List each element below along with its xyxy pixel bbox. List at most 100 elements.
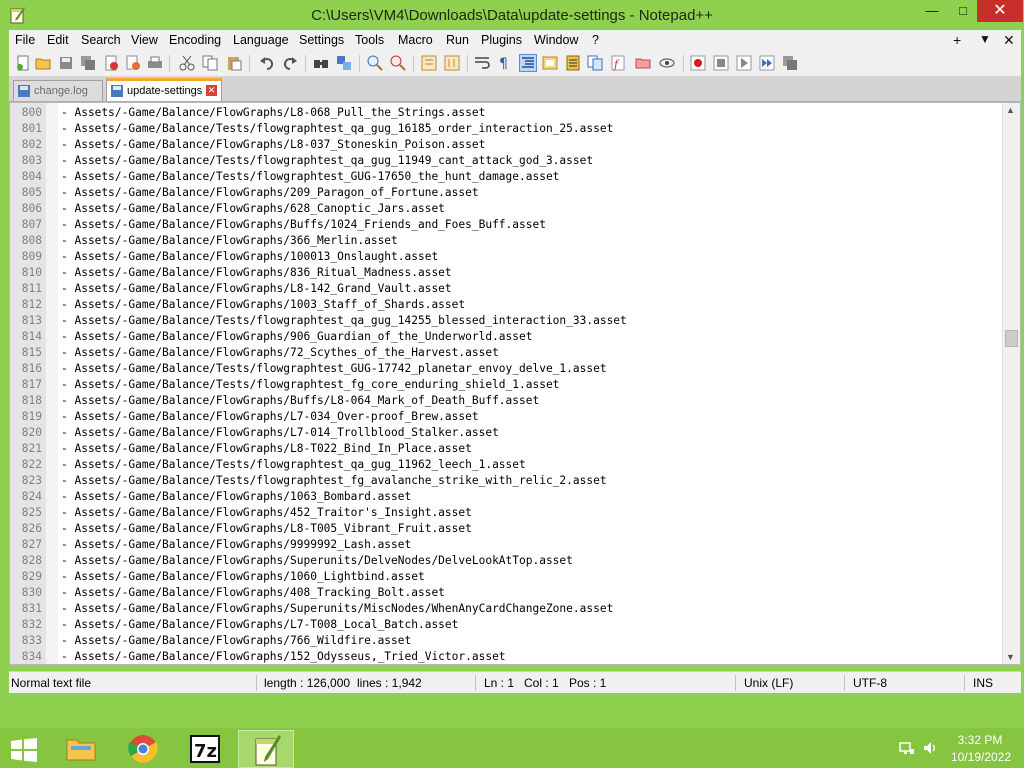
run-macro-multiple-icon[interactable] <box>759 55 775 71</box>
editor-line[interactable]: 809 - Assets/-Game/Balance/FlowGraphs/100… <box>10 249 1000 265</box>
open-file-icon[interactable] <box>35 55 51 71</box>
editor-line[interactable]: 815 - Assets/-Game/Balance/FlowGraphs/72_… <box>10 345 1000 361</box>
editor-line[interactable]: 826 - Assets/-Game/Balance/FlowGraphs/L8-… <box>10 521 1000 537</box>
editor-line[interactable]: 820 - Assets/-Game/Balance/FlowGraphs/L7-… <box>10 425 1000 441</box>
menu-window[interactable]: Window <box>534 33 578 47</box>
menu-view[interactable]: View <box>131 33 158 47</box>
volume-icon[interactable] <box>922 740 938 756</box>
print-icon[interactable] <box>147 55 163 71</box>
line-text[interactable]: - Assets/-Game/Balance/FlowGraphs/L8-068… <box>61 105 485 121</box>
editor-line[interactable]: 832 - Assets/-Game/Balance/FlowGraphs/L7-… <box>10 617 1000 633</box>
save-all-icon[interactable] <box>80 55 96 71</box>
line-text[interactable]: - Assets/-Game/Balance/FlowGraphs/628_Ca… <box>61 201 445 217</box>
editor-area[interactable]: 800 - Assets/-Game/Balance/FlowGraphs/L8-… <box>9 102 1021 665</box>
editor-line[interactable]: 831 - Assets/-Game/Balance/FlowGraphs/Sup… <box>10 601 1000 617</box>
menu-language[interactable]: Language <box>233 33 289 47</box>
editor-line[interactable]: 818 - Assets/-Game/Balance/FlowGraphs/Buf… <box>10 393 1000 409</box>
editor-line[interactable]: 834 - Assets/-Game/Balance/FlowGraphs/152… <box>10 649 1000 664</box>
scroll-down-arrow-icon[interactable]: ▼ <box>1006 652 1015 662</box>
editor-line[interactable]: 816 - Assets/-Game/Balance/Tests/flowgrap… <box>10 361 1000 377</box>
line-text[interactable]: - Assets/-Game/Balance/Tests/flowgraphte… <box>61 169 559 185</box>
doc-list-icon[interactable] <box>587 55 603 71</box>
editor-line[interactable]: 825 - Assets/-Game/Balance/FlowGraphs/452… <box>10 505 1000 521</box>
editor-line[interactable]: 819 - Assets/-Game/Balance/FlowGraphs/L7-… <box>10 409 1000 425</box>
menu-run[interactable]: Run <box>446 33 469 47</box>
line-text[interactable]: - Assets/-Game/Balance/FlowGraphs/836_Ri… <box>61 265 452 281</box>
zoom-in-icon[interactable] <box>367 55 383 71</box>
line-text[interactable]: - Assets/-Game/Balance/FlowGraphs/Buffs/… <box>61 393 539 409</box>
sync-vertical-icon[interactable] <box>421 55 437 71</box>
line-text[interactable]: - Assets/-Game/Balance/Tests/flowgraphte… <box>61 473 607 489</box>
line-text[interactable]: - Assets/-Game/Balance/Tests/flowgraphte… <box>61 457 526 473</box>
tab-list-dropdown-button[interactable]: ▼ <box>979 32 991 46</box>
line-text[interactable]: - Assets/-Game/Balance/Tests/flowgraphte… <box>61 153 593 169</box>
line-text[interactable]: - Assets/-Game/Balance/FlowGraphs/L8-142… <box>61 281 452 297</box>
line-text[interactable]: - Assets/-Game/Balance/FlowGraphs/999999… <box>61 537 411 553</box>
line-text[interactable]: - Assets/-Game/Balance/FlowGraphs/L8-T00… <box>61 521 472 537</box>
menu-plugins[interactable]: Plugins <box>481 33 522 47</box>
taskbar-chrome[interactable] <box>115 730 171 768</box>
editor-line[interactable]: 827 - Assets/-Game/Balance/FlowGraphs/999… <box>10 537 1000 553</box>
clock-time[interactable]: 3:32 PM <box>950 733 1010 747</box>
minimize-button[interactable]: — <box>917 0 947 22</box>
tab-close-icon[interactable]: ✕ <box>206 85 217 96</box>
tab-change-log[interactable]: change.log <box>13 80 103 101</box>
title-bar[interactable]: C:\Users\VM4\Downloads\Data\update-setti… <box>0 0 1024 30</box>
editor-line[interactable]: 829 - Assets/-Game/Balance/FlowGraphs/106… <box>10 569 1000 585</box>
editor-line[interactable]: 807 - Assets/-Game/Balance/FlowGraphs/Buf… <box>10 217 1000 233</box>
editor-line[interactable]: 800 - Assets/-Game/Balance/FlowGraphs/L8-… <box>10 105 1000 121</box>
line-text[interactable]: - Assets/-Game/Balance/FlowGraphs/1060_L… <box>61 569 425 585</box>
menu-search[interactable]: Search <box>81 33 121 47</box>
line-text[interactable]: - Assets/-Game/Balance/Tests/flowgraphte… <box>61 313 627 329</box>
editor-line[interactable]: 822 - Assets/-Game/Balance/Tests/flowgrap… <box>10 457 1000 473</box>
stop-macro-icon[interactable] <box>713 55 729 71</box>
line-text[interactable]: - Assets/-Game/Balance/Tests/flowgraphte… <box>61 377 559 393</box>
undo-icon[interactable] <box>259 55 275 71</box>
find-icon[interactable] <box>313 55 329 71</box>
line-text[interactable]: - Assets/-Game/Balance/FlowGraphs/Buffs/… <box>61 217 546 233</box>
line-text[interactable]: - Assets/-Game/Balance/FlowGraphs/366_Me… <box>61 233 398 249</box>
menu-file[interactable]: File <box>15 33 35 47</box>
tab-update-settings[interactable]: update-settings ✕ <box>106 78 222 101</box>
editor-line[interactable]: 830 - Assets/-Game/Balance/FlowGraphs/408… <box>10 585 1000 601</box>
editor-line[interactable]: 810 - Assets/-Game/Balance/FlowGraphs/836… <box>10 265 1000 281</box>
save-macro-icon[interactable] <box>782 55 798 71</box>
menu-help[interactable]: ? <box>592 33 599 47</box>
close-window-button[interactable]: ✕ <box>977 0 1023 22</box>
word-wrap-icon[interactable] <box>474 55 490 71</box>
line-text[interactable]: - Assets/-Game/Balance/FlowGraphs/L8-037… <box>61 137 485 153</box>
clock-date[interactable]: 10/19/2022 <box>945 750 1017 764</box>
line-text[interactable]: - Assets/-Game/Balance/FlowGraphs/152_Od… <box>61 649 506 664</box>
sync-horizontal-icon[interactable] <box>444 55 460 71</box>
function-list-icon[interactable]: f <box>610 55 626 71</box>
line-text[interactable]: - Assets/-Game/Balance/Tests/flowgraphte… <box>61 121 613 137</box>
line-text[interactable]: - Assets/-Game/Balance/FlowGraphs/408_Tr… <box>61 585 445 601</box>
editor-line[interactable]: 821 - Assets/-Game/Balance/FlowGraphs/L8-… <box>10 441 1000 457</box>
line-text[interactable]: - Assets/-Game/Balance/FlowGraphs/100013… <box>61 249 438 265</box>
editor-line[interactable]: 808 - Assets/-Game/Balance/FlowGraphs/366… <box>10 233 1000 249</box>
menu-tools[interactable]: Tools <box>355 33 384 47</box>
doc-map-icon[interactable] <box>565 55 581 71</box>
editor-line[interactable]: 801 - Assets/-Game/Balance/Tests/flowgrap… <box>10 121 1000 137</box>
vertical-scrollbar[interactable]: ▲ ▼ <box>1002 103 1020 664</box>
line-text[interactable]: - Assets/-Game/Balance/FlowGraphs/Superu… <box>61 601 613 617</box>
menu-macro[interactable]: Macro <box>398 33 433 47</box>
line-text[interactable]: - Assets/-Game/Balance/FlowGraphs/Superu… <box>61 553 573 569</box>
line-text[interactable]: - Assets/-Game/Balance/FlowGraphs/1003_S… <box>61 297 465 313</box>
taskbar-file-explorer[interactable] <box>53 730 109 768</box>
taskbar-7zip[interactable]: 7z <box>177 730 233 768</box>
editor-line[interactable]: 813 - Assets/-Game/Balance/Tests/flowgrap… <box>10 313 1000 329</box>
line-text[interactable]: - Assets/-Game/Balance/FlowGraphs/209_Pa… <box>61 185 479 201</box>
redo-icon[interactable] <box>282 55 298 71</box>
line-text[interactable]: - Assets/-Game/Balance/FlowGraphs/L8-T02… <box>61 441 472 457</box>
editor-line[interactable]: 817 - Assets/-Game/Balance/Tests/flowgrap… <box>10 377 1000 393</box>
line-text[interactable]: - Assets/-Game/Balance/FlowGraphs/L7-014… <box>61 425 499 441</box>
indent-guide-icon[interactable] <box>519 54 537 72</box>
windows-start-icon[interactable] <box>10 738 38 762</box>
play-macro-icon[interactable] <box>736 55 752 71</box>
taskbar-notepad-plus-plus[interactable] <box>238 730 294 768</box>
folder-workspace-icon[interactable] <box>635 55 651 71</box>
editor-line[interactable]: 824 - Assets/-Game/Balance/FlowGraphs/106… <box>10 489 1000 505</box>
close-icon[interactable] <box>103 55 119 71</box>
editor-line[interactable]: 806 - Assets/-Game/Balance/FlowGraphs/628… <box>10 201 1000 217</box>
